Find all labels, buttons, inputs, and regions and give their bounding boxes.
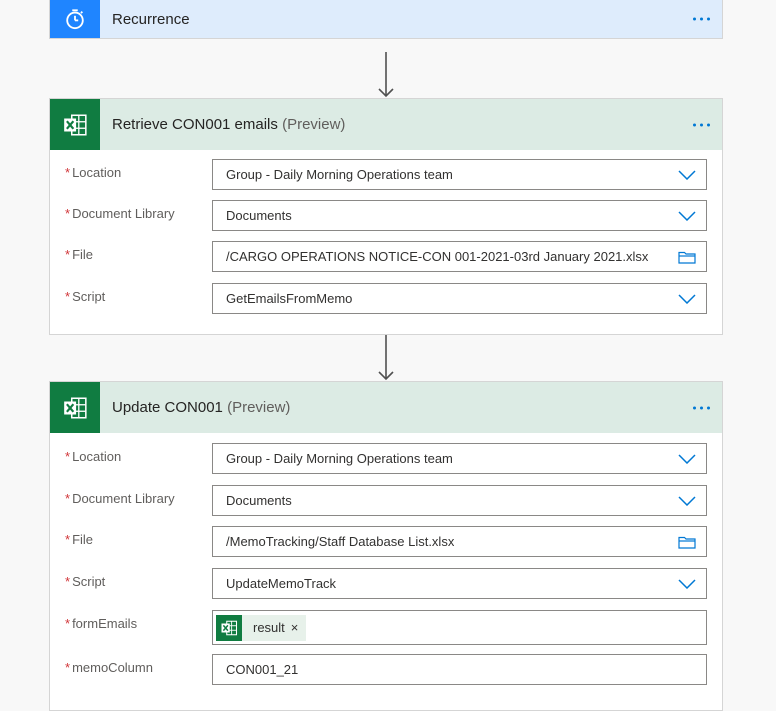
location-label-text: Location [72, 165, 122, 180]
update-header[interactable]: Update CON001 (Preview) [50, 382, 722, 433]
token-label: result [253, 620, 285, 635]
preview-tag: (Preview) [282, 116, 346, 133]
update-more-menu-icon[interactable] [693, 406, 710, 409]
recurrence-card[interactable]: Recurrence [49, 0, 723, 39]
flow-arrow-icon [378, 52, 394, 98]
location-dropdown[interactable]: Group - Daily Morning Operations team [212, 159, 707, 190]
document-library-label: * Document Library [65, 206, 175, 221]
chevron-down-icon[interactable] [678, 170, 696, 180]
script-value: GetEmailsFromMemo [226, 291, 353, 306]
document-library-label-text: Document Library [72, 206, 175, 221]
document-library-value: Documents [226, 493, 292, 508]
location-value: Group - Daily Morning Operations team [226, 167, 453, 182]
memo-column-label: * memoColumn [65, 660, 153, 675]
form-emails-input[interactable]: result × [212, 610, 707, 645]
retrieve-title: Retrieve CON001 emails (Preview) [112, 116, 345, 133]
memo-column-label-text: memoColumn [72, 660, 153, 675]
required-marker: * [65, 491, 71, 506]
folder-icon[interactable] [678, 250, 696, 264]
flow-arrow-icon [378, 335, 394, 381]
script-dropdown[interactable]: UpdateMemoTrack [212, 568, 707, 599]
file-label: * File [65, 247, 93, 262]
form-emails-row: * formEmails result × [50, 610, 722, 645]
required-marker: * [65, 532, 71, 547]
file-label-text: File [72, 532, 94, 547]
memo-column-value: CON001_21 [226, 662, 299, 677]
excel-icon [50, 99, 100, 150]
update-title-text: Update CON001 [112, 399, 223, 416]
required-marker: * [65, 165, 71, 180]
required-marker: * [65, 449, 71, 464]
file-picker-input[interactable]: /CARGO OPERATIONS NOTICE-CON 001-2021-03… [212, 241, 707, 272]
form-emails-label-text: formEmails [72, 616, 138, 631]
script-dropdown[interactable]: GetEmailsFromMemo [212, 283, 707, 314]
chevron-down-icon[interactable] [678, 579, 696, 589]
retrieve-more-menu-icon[interactable] [693, 123, 710, 126]
required-marker: * [65, 616, 71, 631]
location-label-text: Location [72, 449, 122, 464]
document-library-dropdown[interactable]: Documents [212, 200, 707, 231]
script-row: * Script UpdateMemoTrack [50, 568, 722, 600]
script-label-text: Script [72, 574, 106, 589]
file-label: * File [65, 532, 93, 547]
required-marker: * [65, 206, 71, 221]
location-row: * Location Group - Daily Morning Operatio… [50, 159, 722, 191]
required-marker: * [65, 574, 71, 589]
memo-column-input[interactable]: CON001_21 [212, 654, 707, 685]
file-value: /MemoTracking/Staff Database List.xlsx [226, 534, 455, 549]
required-marker: * [65, 247, 71, 262]
location-label: * Location [65, 165, 121, 180]
token-remove-icon[interactable]: × [291, 620, 299, 635]
script-label: * Script [65, 574, 105, 589]
document-library-dropdown[interactable]: Documents [212, 485, 707, 516]
excel-icon [50, 382, 100, 433]
chevron-down-icon[interactable] [678, 294, 696, 304]
required-marker: * [65, 660, 71, 675]
script-label: * Script [65, 289, 105, 304]
file-label-text: File [72, 247, 94, 262]
recurrence-title: Recurrence [112, 10, 190, 28]
update-con001-card[interactable]: Update CON001 (Preview) * Location Group … [49, 381, 723, 711]
chevron-down-icon[interactable] [678, 496, 696, 506]
script-row: * Script GetEmailsFromMemo [50, 283, 722, 315]
script-value: UpdateMemoTrack [226, 576, 337, 591]
recurrence-more-menu-icon[interactable] [693, 17, 710, 21]
script-label-text: Script [72, 289, 106, 304]
memo-column-row: * memoColumn CON001_21 [50, 654, 722, 686]
file-row: * File /MemoTracking/Staff Database List.… [50, 526, 722, 558]
recurrence-header[interactable]: Recurrence [50, 0, 722, 38]
location-value: Group - Daily Morning Operations team [226, 451, 453, 466]
chevron-down-icon[interactable] [678, 211, 696, 221]
file-picker-input[interactable]: /MemoTracking/Staff Database List.xlsx [212, 526, 707, 557]
document-library-label: * Document Library [65, 491, 175, 506]
retrieve-header[interactable]: Retrieve CON001 emails (Preview) [50, 99, 722, 150]
document-library-label-text: Document Library [72, 491, 175, 506]
required-marker: * [65, 289, 71, 304]
file-row: * File /CARGO OPERATIONS NOTICE-CON 001-2… [50, 241, 722, 273]
document-library-value: Documents [226, 208, 292, 223]
file-value: /CARGO OPERATIONS NOTICE-CON 001-2021-03… [226, 249, 649, 264]
document-library-row: * Document Library Documents [50, 200, 722, 232]
location-dropdown[interactable]: Group - Daily Morning Operations team [212, 443, 707, 474]
retrieve-emails-card[interactable]: Retrieve CON001 emails (Preview) * Locati… [49, 98, 723, 335]
chevron-down-icon[interactable] [678, 454, 696, 464]
form-emails-label: * formEmails [65, 616, 137, 631]
document-library-row: * Document Library Documents [50, 485, 722, 517]
update-title: Update CON001 (Preview) [112, 399, 290, 416]
excel-icon [216, 614, 242, 641]
preview-tag: (Preview) [227, 399, 291, 416]
location-row: * Location Group - Daily Morning Operatio… [50, 443, 722, 475]
dynamic-content-token[interactable]: result × [216, 614, 307, 641]
location-label: * Location [65, 449, 121, 464]
folder-icon[interactable] [678, 535, 696, 549]
stopwatch-icon [50, 0, 100, 38]
retrieve-title-text: Retrieve CON001 emails [112, 116, 278, 133]
